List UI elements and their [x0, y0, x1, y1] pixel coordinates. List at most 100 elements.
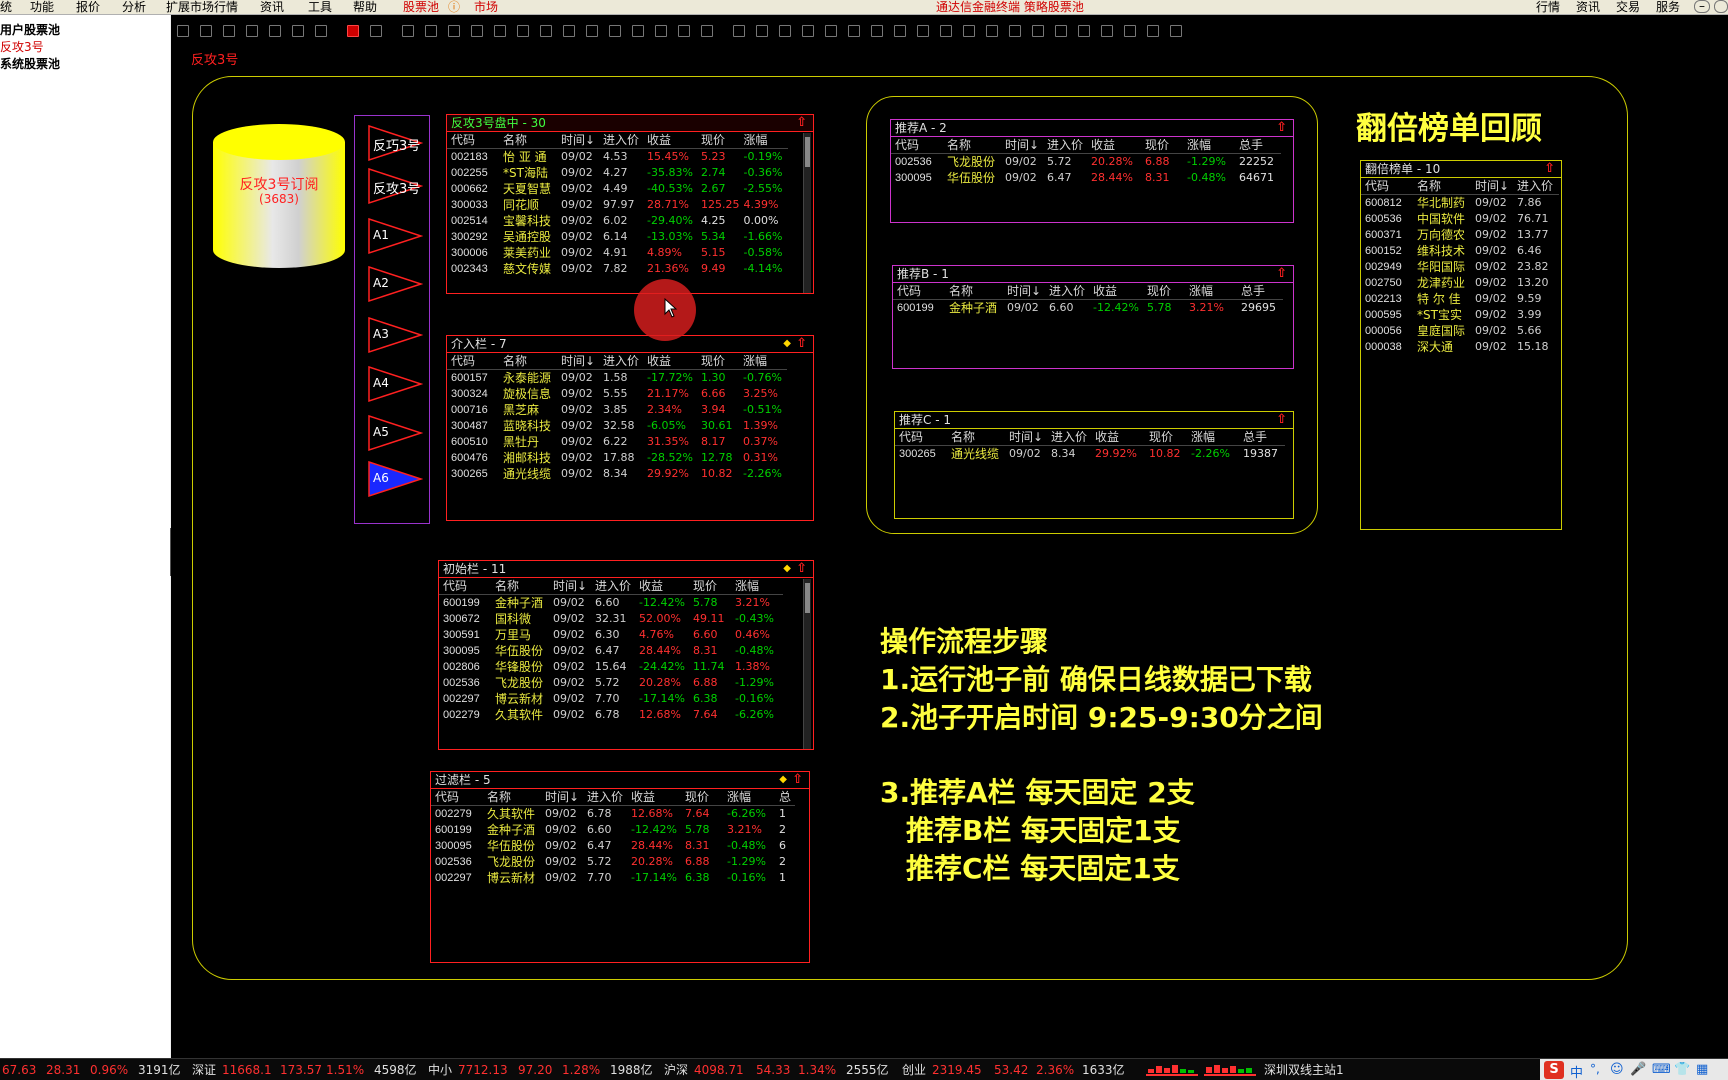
column-header[interactable]: 代码 [893, 283, 945, 300]
toolbar-grid-icon[interactable] [701, 25, 713, 37]
table-row[interactable]: 002514 宝馨科技 09/02 6.02 -29.40% 4.25 0.00% [447, 213, 788, 229]
panel-export-icon[interactable]: ⇧ [1276, 266, 1287, 282]
table-row[interactable]: 002806 华锋股份 09/02 15.64 -24.42% 11.74 1.38% [439, 659, 783, 675]
panel-export-icon[interactable]: ⇧ [1276, 120, 1287, 136]
ime-mode[interactable]: 中 [1570, 1062, 1583, 1080]
toolbar-icon-i-icon[interactable] [1147, 25, 1159, 37]
column-header[interactable]: 进入价 [599, 353, 643, 370]
toolbar-icon-b-icon[interactable] [986, 25, 998, 37]
menu-item-function[interactable]: 功能 [30, 0, 54, 14]
column-header[interactable]: 代码 [1361, 178, 1413, 195]
column-header[interactable]: 名称 [945, 283, 1003, 300]
column-header[interactable]: 时间↓ [1005, 429, 1047, 446]
column-header[interactable]: 涨幅 [1185, 283, 1237, 300]
column-header[interactable]: 收益 [1089, 283, 1143, 300]
toolbar-bar-icon[interactable] [494, 25, 506, 37]
table-row[interactable]: 300095 华伍股份 09/02 6.47 28.44% 8.31 -0.48% 64671 [891, 170, 1281, 186]
tree-item-system-pool[interactable]: 系统股票池 [0, 57, 60, 71]
column-header[interactable]: 名称 [499, 132, 557, 149]
tree-item-fangong3[interactable]: 反攻3号 [0, 40, 44, 54]
column-header[interactable]: 名称 [499, 353, 557, 370]
toolbar-rect-icon[interactable] [370, 25, 382, 37]
toolbar-icon-a-icon[interactable] [963, 25, 975, 37]
table-row[interactable]: 300265 通光线缆 09/02 8.34 29.92% 10.82 -2.26% [447, 466, 787, 482]
toolbar-icon-f-icon[interactable] [1078, 25, 1090, 37]
column-header[interactable]: 涨幅 [723, 789, 775, 806]
column-header[interactable]: 名称 [491, 578, 549, 595]
column-header[interactable]: 涨幅 [1183, 137, 1235, 154]
scrollbar-thumb[interactable] [805, 137, 810, 167]
nav-button-4[interactable]: A2 [367, 264, 423, 304]
nav-button-1[interactable]: 反巧3号 [367, 123, 423, 163]
toolbar-align-icon[interactable] [871, 25, 883, 37]
nav-button-5[interactable]: A3 [367, 315, 423, 355]
toolbar-cut-icon[interactable] [517, 25, 529, 37]
table-row[interactable]: 600199 金种子酒 09/02 6.60 -12.42% 5.78 3.21% 29695 [893, 300, 1283, 317]
toolbar-icon-c-icon[interactable] [1009, 25, 1021, 37]
restore-icon[interactable] [1714, 0, 1728, 13]
table-row[interactable]: 000595 *ST宝实 09/02 3.99 [1361, 307, 1559, 323]
table-row[interactable]: 300591 万里马 09/02 6.30 4.76% 6.60 0.46% [439, 627, 783, 643]
table-row[interactable]: 000662 天夏智慧 09/02 4.49 -40.53% 2.67 -2.55% [447, 181, 788, 197]
menu-tab-stock-pool[interactable]: 股票池 [403, 0, 439, 14]
column-header[interactable]: 收益 [1087, 137, 1141, 154]
table-row[interactable]: 300095 华伍股份 09/02 6.47 28.44% 8.31 -0.48% 6 [431, 838, 795, 854]
toolbar-copy-icon[interactable] [402, 25, 414, 37]
toolbar-icon-h-icon[interactable] [1124, 25, 1136, 37]
toolbar-wave-icon[interactable] [894, 25, 906, 37]
column-header[interactable]: 进入价 [1513, 178, 1559, 195]
toolbar-icon-g-icon[interactable] [1101, 25, 1113, 37]
column-header[interactable]: 进入价 [583, 789, 627, 806]
table-row[interactable]: 002949 华阳国际 09/02 23.82 [1361, 259, 1559, 275]
column-header[interactable]: 现价 [1145, 429, 1187, 446]
microphone-icon[interactable]: 🎤 [1630, 1062, 1646, 1077]
ime-logo-icon[interactable]: S [1544, 1061, 1564, 1079]
pin-diamond-icon[interactable]: ◆ [779, 772, 787, 788]
column-header[interactable]: 代码 [447, 353, 499, 370]
column-header[interactable]: 现价 [697, 353, 739, 370]
toolbar-delete-icon[interactable] [246, 25, 258, 37]
table-row[interactable]: 000038 深大通 09/02 15.18 [1361, 339, 1559, 355]
column-header[interactable]: 总手 [1239, 429, 1285, 446]
column-header[interactable]: 进入价 [1047, 429, 1091, 446]
menu-item-analysis[interactable]: 分析 [122, 0, 146, 14]
table-row[interactable]: 300265 通光线缆 09/02 8.34 29.92% 10.82 -2.26% 1938… [895, 446, 1285, 463]
column-header[interactable]: 涨幅 [739, 353, 787, 370]
server-name[interactable]: 深圳双线主站1 [1264, 1062, 1344, 1078]
panel-scrollbar[interactable] [803, 579, 811, 749]
toolbar-list-icon[interactable] [802, 25, 814, 37]
toolbar-frame-icon[interactable] [678, 25, 690, 37]
table-row[interactable]: 600510 黑牡丹 09/02 6.22 31.35% 8.17 0.37% [447, 434, 787, 450]
toolbar-play-icon[interactable] [269, 25, 281, 37]
toolbar-text-icon[interactable] [848, 25, 860, 37]
panel-export-icon[interactable]: ⇧ [1276, 412, 1287, 428]
column-header[interactable]: 收益 [1091, 429, 1145, 446]
toolbar-icon-d-icon[interactable] [1032, 25, 1044, 37]
menu-item-news[interactable]: 资讯 [260, 0, 284, 14]
column-header[interactable]: 总手 [1235, 137, 1281, 154]
toolbar-new-icon[interactable] [177, 25, 189, 37]
skin-icon[interactable]: 👕 [1674, 1062, 1690, 1077]
table-row[interactable]: 600157 永泰能源 09/02 1.58 -17.72% 1.30 -0.76% [447, 370, 787, 387]
nav-button-6[interactable]: A4 [367, 364, 423, 404]
column-header[interactable]: 时间↓ [549, 578, 591, 595]
nav-button-2[interactable]: 反攻3号 [367, 166, 423, 206]
column-header[interactable]: 代码 [431, 789, 483, 806]
pin-diamond-icon[interactable]: ◆ [783, 561, 791, 577]
table-row[interactable]: 002255 *ST海陆 09/02 4.27 -35.83% 2.74 -0.36% [447, 165, 788, 181]
table-row[interactable]: 002750 龙津药业 09/02 13.20 [1361, 275, 1559, 291]
table-row[interactable]: 600371 万向德农 09/02 13.77 [1361, 227, 1559, 243]
column-header[interactable]: 现价 [1141, 137, 1183, 154]
column-header[interactable]: 收益 [643, 132, 697, 149]
table-row[interactable]: 300006 莱美药业 09/02 4.91 4.89% 5.15 -0.58% [447, 245, 788, 261]
table-row[interactable]: 002279 久其软件 09/02 6.78 12.68% 7.64 -6.26% 1 [431, 806, 795, 823]
table-row[interactable]: 300324 旋极信息 09/02 5.55 21.17% 6.66 3.25% [447, 386, 787, 402]
panel-export-icon[interactable]: ⇧ [792, 772, 803, 788]
table-row[interactable]: 000716 黑芝麻 09/02 3.85 2.34% 3.94 -0.51% [447, 402, 787, 418]
column-header[interactable]: 总 [775, 789, 795, 806]
toolbar-chart-icon[interactable] [756, 25, 768, 37]
column-header[interactable]: 名称 [943, 137, 1001, 154]
panel-export-icon[interactable]: ⇧ [796, 561, 807, 577]
menu-item-help[interactable]: 帮助 [353, 0, 377, 14]
column-header[interactable]: 收益 [635, 578, 689, 595]
